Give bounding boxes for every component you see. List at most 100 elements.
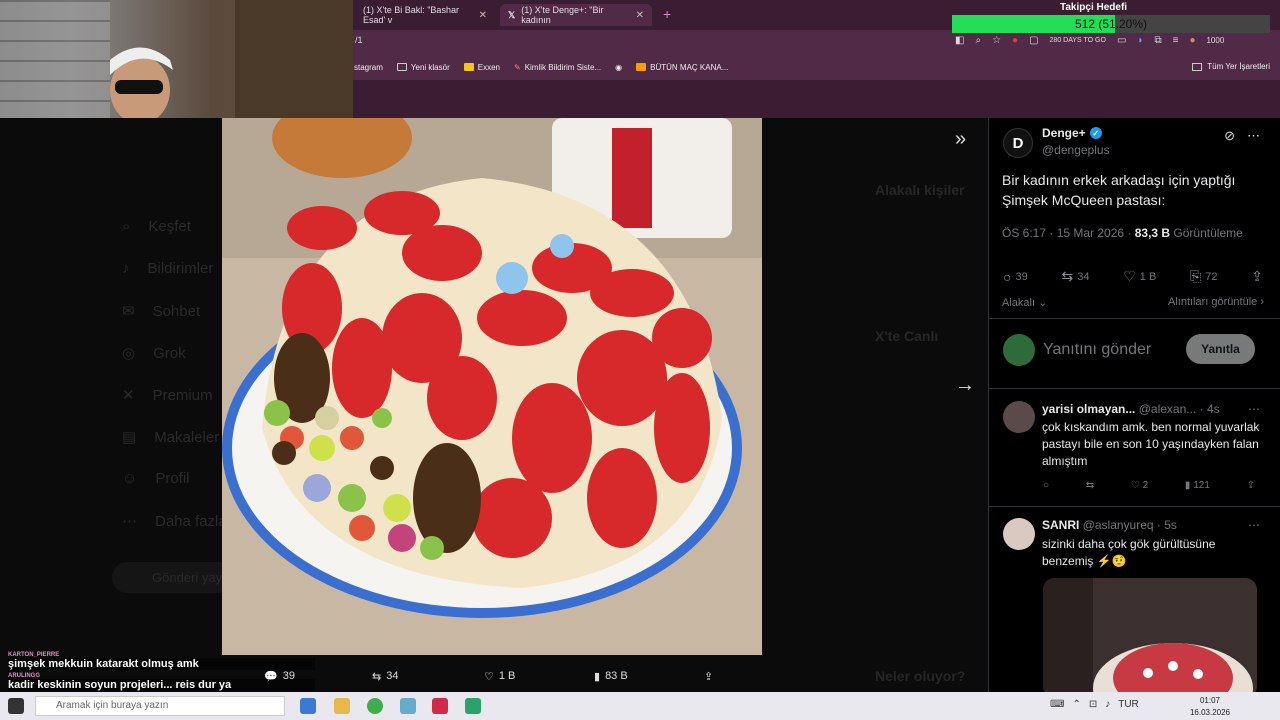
retweet-count: 34 <box>1077 270 1090 283</box>
like-action[interactable]: ♡ 2 <box>1131 480 1148 491</box>
star-icon[interactable]: ☆ <box>992 35 1001 46</box>
author-name[interactable]: Denge+ ✓ <box>1042 126 1102 140</box>
new-tab-icon[interactable]: + <box>663 6 671 22</box>
bookmark-label: Yeni klasör <box>410 62 450 72</box>
all-bookmarks[interactable]: Tüm Yer İşaretleri <box>1192 62 1270 71</box>
expand-panel-icon[interactable]: » <box>955 128 966 151</box>
more-icon[interactable]: ⋯ <box>1247 128 1260 144</box>
app-icon[interactable] <box>432 698 448 714</box>
extension-badge[interactable]: 280 DAYS TO GO <box>1050 37 1106 44</box>
nav-notifications: ♪ Bildirimler <box>122 260 213 277</box>
reply-input[interactable]: Yanıtını gönder <box>1043 341 1151 359</box>
retweet-action[interactable]: ⇆ 34 <box>372 670 398 683</box>
close-icon[interactable]: ✕ <box>479 10 487 21</box>
like-stat[interactable]: ♡ 1 B <box>1123 268 1156 285</box>
reply-author[interactable]: SANRI @aslanyureq · 5s <box>1042 518 1177 532</box>
nav-articles: ▤ Makaleler <box>122 428 219 447</box>
divider <box>989 388 1280 389</box>
translate-icon[interactable]: ◧ <box>955 35 964 46</box>
relevance-dropdown[interactable]: Alakalı ⌄ <box>1002 296 1047 309</box>
more-icon[interactable]: ⋯ <box>1248 518 1260 532</box>
reply-button[interactable]: Yanıtla <box>1186 334 1255 364</box>
media-image[interactable] <box>222 118 762 655</box>
extension-icon[interactable]: ◗ <box>1137 35 1143 46</box>
app-icon[interactable] <box>465 698 481 714</box>
reply-author[interactable]: yarisi olmayan... @alexan... · 4s <box>1042 402 1220 416</box>
menu-icon[interactable]: ≡ <box>1173 35 1179 46</box>
denge-logo[interactable]: D <box>1003 128 1033 158</box>
chrome-icon[interactable] <box>367 698 383 714</box>
retweet-stat[interactable]: ⇆ 34 <box>1061 268 1089 285</box>
like-count: 1 B <box>498 670 516 682</box>
reply-author-name: yarisi olmayan... <box>1042 402 1136 416</box>
reply-avatar[interactable] <box>1003 401 1035 433</box>
share-stat[interactable]: ⇪ <box>1251 268 1263 285</box>
tab-bashar[interactable]: (1) X'te Bi Bakl: "Bashar Esad' v ✕ <box>355 4 495 26</box>
chevron-down-icon: ⌄ <box>1038 297 1048 309</box>
clock[interactable]: 01:07 16.03.2026 <box>1190 695 1230 719</box>
post-detail-panel: D Denge+ ✓ @dengeplus ⊘ ⋯ Bir kadının erke… <box>988 118 1280 692</box>
retweet-icon: ⇆ <box>1061 268 1074 284</box>
bookmark-item[interactable]: ◉ <box>615 63 622 72</box>
verified-icon: ✓ <box>1089 127 1102 139</box>
chevron-up-icon[interactable]: ⌃ <box>1072 699 1080 710</box>
follower-goal-bar: 512 (51.20%) <box>952 15 1270 33</box>
reply-text: sizinki daha çok gök gürültüsüne benzemi… <box>1042 537 1216 568</box>
retweet-icon[interactable]: ⇆ <box>1086 480 1094 491</box>
nav-grok: ◎ Grok <box>122 344 186 363</box>
tab-denge[interactable]: 𝕏 (1) X'te Denge+: "Bir kadının ✕ <box>500 4 652 26</box>
taskbar-search[interactable]: Aramak için buraya yazın <box>35 696 285 716</box>
bookmark-item[interactable]: Exxen <box>463 63 500 72</box>
language-indicator[interactable]: TUR <box>1118 699 1139 710</box>
bookmark-stat[interactable]: ⎘ 72 <box>1190 268 1217 285</box>
volume-icon[interactable]: ♪ <box>1105 699 1110 710</box>
reply-avatar[interactable] <box>1003 518 1035 550</box>
like-action[interactable]: ♡ 1 B <box>484 670 515 683</box>
bookmark-item[interactable]: stagram <box>354 63 383 72</box>
reply-text: çok kıskandım amk. ben normal yuvarlak p… <box>1042 420 1260 468</box>
bookmark-item[interactable]: Yeni klasör <box>396 62 450 72</box>
bell-icon: ♪ <box>122 260 130 277</box>
view-quotes-link[interactable]: Alıntıları görüntüle › <box>1168 296 1264 308</box>
author-name-label: Denge+ <box>1042 126 1086 140</box>
author-handle[interactable]: @dengeplus <box>1042 143 1110 157</box>
next-arrow-icon[interactable]: → <box>955 374 975 397</box>
post-time: ÖS 6:17 · 15 Mar 2026 · <box>1002 226 1135 240</box>
extension-icon[interactable]: ▢ <box>1029 35 1038 46</box>
network-icon[interactable]: ⊡ <box>1089 699 1097 710</box>
reply-icon[interactable]: ○ <box>1043 480 1049 491</box>
reply-count: 39 <box>1015 270 1028 283</box>
extension-icon[interactable]: ● <box>1012 35 1018 46</box>
browser-toolbar: ◧ ⌕ ☆ ● ▢ 280 DAYS TO GO ▭ ◗ ⧉ ≡ ● 1000 <box>955 35 1224 46</box>
windows-start-icon[interactable] <box>8 698 24 714</box>
puzzle-icon[interactable]: ⧉ <box>1154 35 1161 46</box>
trends-heading: Neler oluyor? <box>875 668 966 684</box>
app-icon[interactable] <box>300 698 316 714</box>
toolbar-number: 1000 <box>1206 36 1225 45</box>
bookmark-item[interactable]: BÜTÜN MAÇ KANA... <box>636 63 728 72</box>
close-icon[interactable]: ✕ <box>636 10 644 21</box>
browser-area <box>353 80 1280 118</box>
nav-more: ⋯ Daha fazla <box>122 512 227 531</box>
reply-author-handle: @aslanyureq · 5s <box>1082 518 1177 532</box>
app-icon[interactable] <box>400 698 416 714</box>
reply-stat[interactable]: ○ 39 <box>1003 268 1028 285</box>
share-action[interactable]: ⇪ <box>704 670 713 683</box>
bookmark-label: stagram <box>354 62 383 72</box>
grok-icon[interactable]: ⊘ <box>1224 128 1235 144</box>
bookmark-item[interactable]: ✎ Kimlik Bildirim Siste... <box>514 63 601 72</box>
zoom-icon[interactable]: ⌕ <box>975 35 981 46</box>
extension-icon[interactable]: ▭ <box>1117 35 1126 46</box>
views-count: 121 <box>1193 480 1210 491</box>
bookmark-label: BÜTÜN MAÇ KANA... <box>650 62 729 72</box>
reply-attachment-image[interactable] <box>1043 578 1257 692</box>
reply-icon: ○ <box>1003 268 1012 285</box>
folder-icon[interactable] <box>334 698 350 714</box>
views-action[interactable]: ▮ 121 <box>1185 480 1210 491</box>
share-icon[interactable]: ⇪ <box>1247 480 1255 491</box>
keyboard-icon[interactable]: ⌨ <box>1050 699 1064 710</box>
views-action[interactable]: ▮ 83 B <box>594 670 628 683</box>
profile-avatar[interactable]: ● <box>1189 35 1195 46</box>
my-avatar <box>1003 334 1035 366</box>
more-icon[interactable]: ⋯ <box>1248 402 1260 416</box>
